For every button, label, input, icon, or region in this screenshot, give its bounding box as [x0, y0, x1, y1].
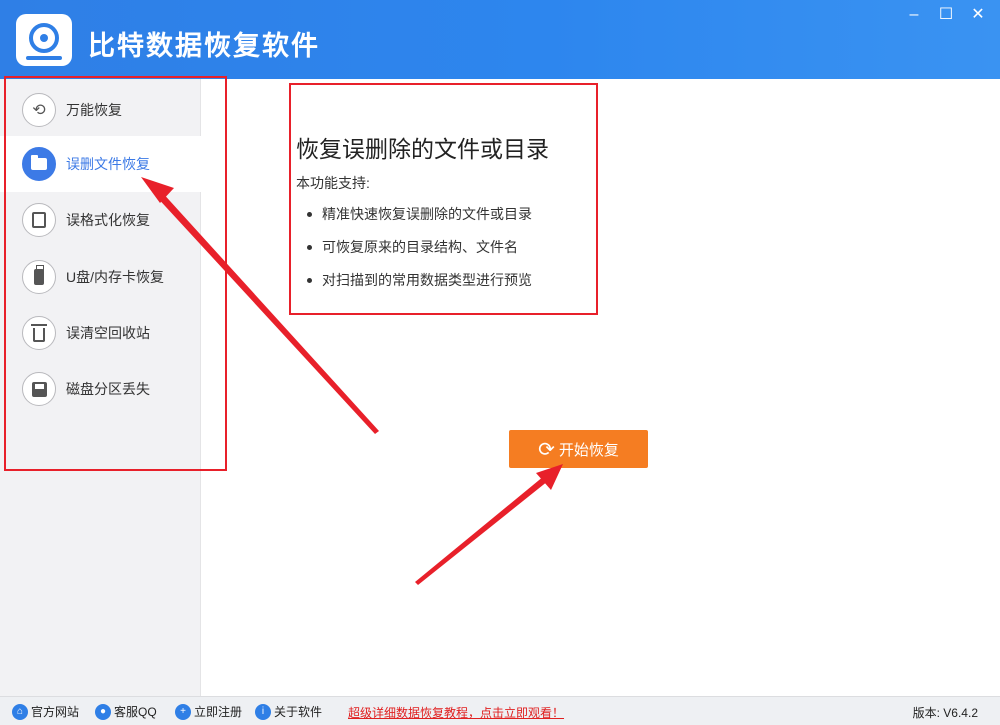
sidebar-highlight-box: [4, 76, 227, 471]
register-label: 立即注册: [194, 705, 243, 719]
official-site-link[interactable]: ⌂ 官方网站: [12, 703, 79, 720]
app-title: 比特数据恢复软件: [88, 31, 320, 61]
start-recovery-button[interactable]: ⟳ 开始恢复: [509, 430, 648, 468]
info-icon: i: [255, 703, 271, 720]
service-qq-label: 客服QQ: [114, 705, 157, 719]
about-label: 关于软件: [274, 705, 323, 719]
home-icon: ⌂: [12, 703, 28, 720]
feature-title: 恢复误删除的文件或目录: [296, 136, 549, 162]
register-link[interactable]: + 立即注册: [175, 703, 242, 720]
title-bar: 比特数据恢复软件 – ☐ ✕: [0, 0, 1000, 79]
official-site-label: 官方网站: [31, 705, 80, 719]
start-recovery-label: 开始恢复: [558, 441, 619, 459]
arrow-to-start-button: [415, 464, 563, 585]
close-button[interactable]: ✕: [962, 2, 994, 28]
feature-subtitle: 本功能支持:: [296, 175, 370, 191]
qq-icon: ●: [95, 703, 111, 720]
disk-recovery-logo-icon: [16, 14, 72, 66]
minimize-button[interactable]: –: [898, 2, 930, 28]
user-icon: +: [175, 703, 191, 720]
status-bar: ⌂ 官方网站 ● 客服QQ + 立即注册 i 关于软件 超级详细数据恢复教程，点…: [0, 696, 1000, 725]
window-controls: – ☐ ✕: [898, 2, 994, 28]
refresh-icon: ⟳: [538, 438, 555, 461]
about-link[interactable]: i 关于软件: [255, 703, 322, 720]
list-item: 精准快速恢复误删除的文件或目录: [306, 204, 532, 237]
maximize-button[interactable]: ☐: [930, 2, 962, 28]
tutorial-promo-link[interactable]: 超级详细数据恢复教程，点击立即观看！: [348, 704, 564, 721]
feature-list: 精准快速恢复误删除的文件或目录 可恢复原来的目录结构、文件名 对扫描到的常用数据…: [306, 204, 532, 303]
service-qq-link[interactable]: ● 客服QQ: [95, 703, 157, 720]
version-label: 版本: V6.4.2: [912, 706, 978, 720]
list-item: 对扫描到的常用数据类型进行预览: [306, 270, 532, 303]
list-item: 可恢复原来的目录结构、文件名: [306, 237, 532, 270]
